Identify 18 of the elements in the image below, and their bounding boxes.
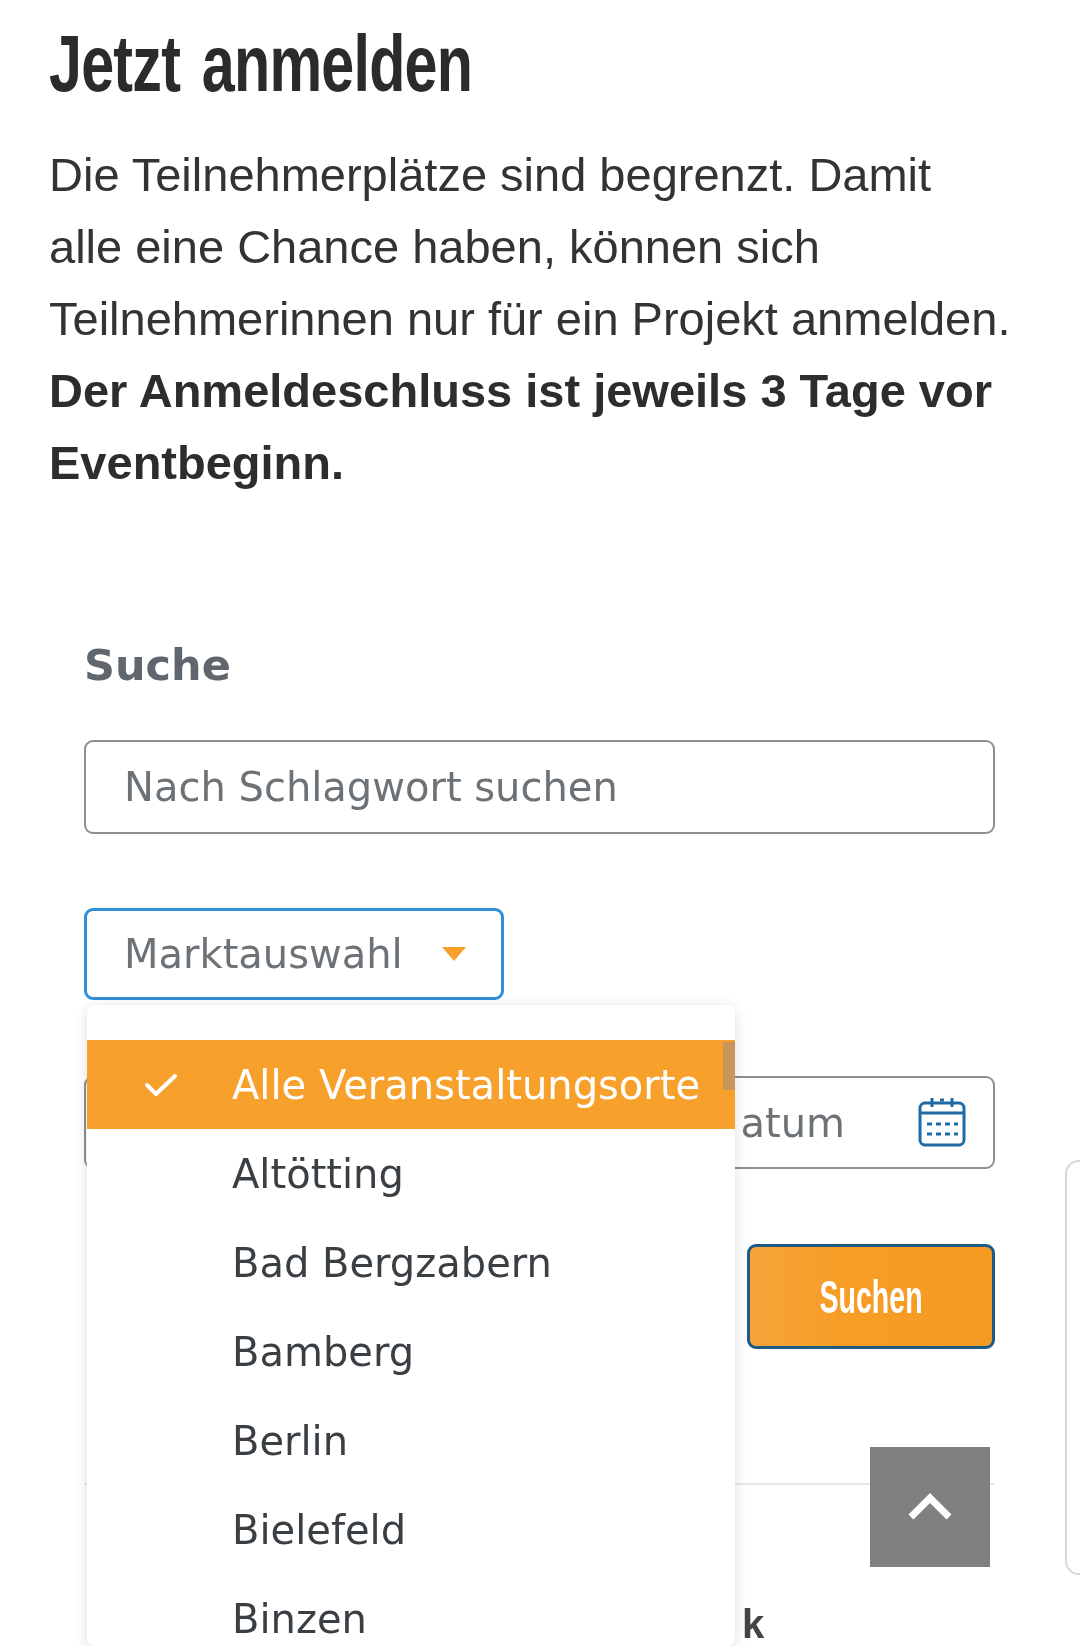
dropdown-option[interactable]: Altötting (87, 1129, 735, 1218)
calendar-icon[interactable] (918, 1097, 966, 1147)
chevron-up-icon (907, 1493, 953, 1521)
checkmark-icon (144, 1071, 178, 1098)
caret-icon (441, 947, 466, 961)
dropdown-option[interactable]: Berlin (87, 1396, 735, 1485)
back-to-top-button[interactable] (870, 1447, 990, 1567)
section-heading: k (742, 1604, 765, 1644)
page-title: Jetzt anmelden (49, 24, 473, 104)
intro-text: Die Teilnehmerplätze sind begrenzt. Damit alle eine Chance haben, können sich Teilnehmerinnen nur für ein Projekt anmelden. Der Anmeldeschluss ist jeweils 3 Tage vor Eventbeginn. (49, 147, 1011, 491)
dropdown-option[interactable]: Bielefeld (87, 1485, 735, 1574)
dropdown-option[interactable]: Bamberg (87, 1307, 735, 1396)
scrollbar-thumb[interactable] (723, 1042, 735, 1090)
search-field[interactable]: Nach Schlagwort suchen (84, 740, 995, 834)
market-select[interactable]: Marktauswahl (84, 908, 504, 1000)
dropdown-option[interactable]: Binzen (87, 1574, 735, 1646)
dropdown-option[interactable]: Bad Bergzabern (87, 1218, 735, 1307)
search-heading: Suche (84, 639, 231, 691)
